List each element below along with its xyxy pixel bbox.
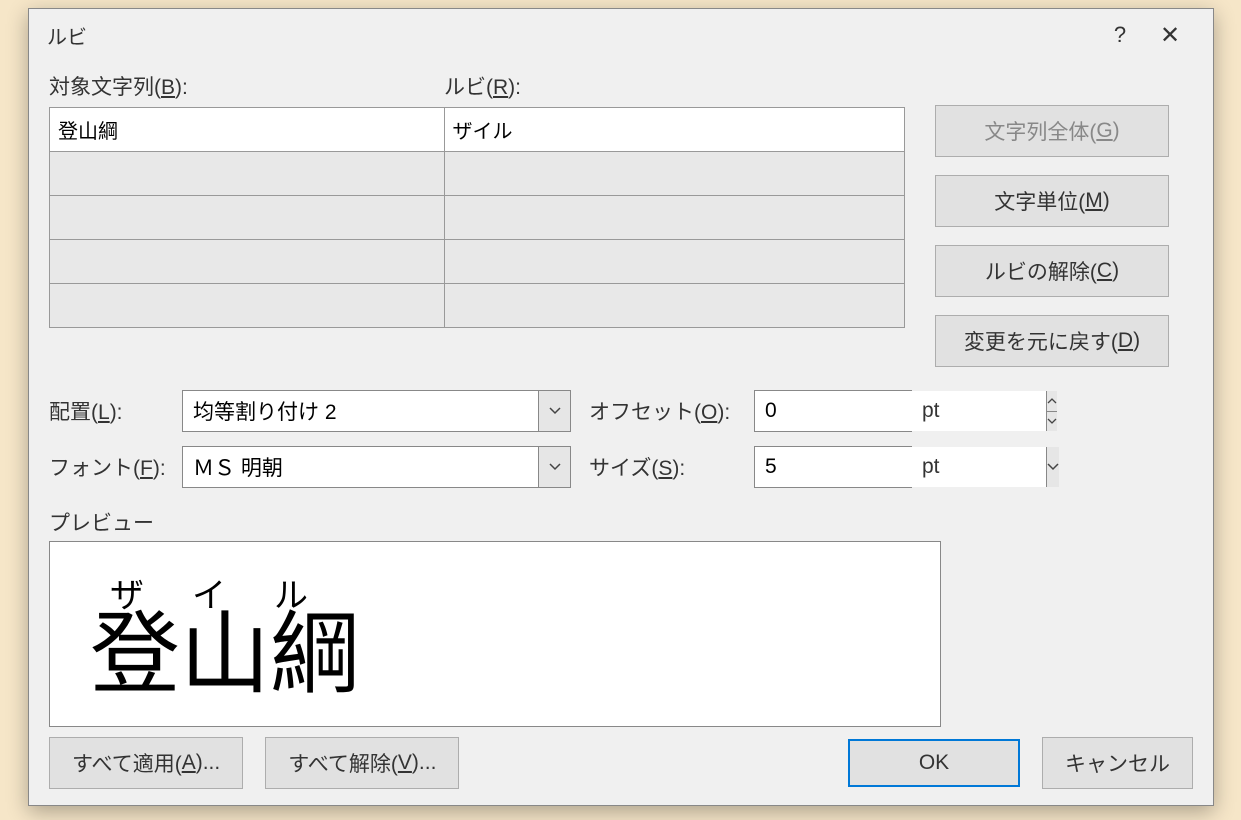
titlebar: ルビ ? ✕ [29, 9, 1213, 61]
table-row [50, 240, 905, 284]
target-input[interactable] [50, 240, 444, 283]
preview-label: プレビュー [49, 507, 1193, 537]
font-combobox[interactable]: ＭＳ 明朝 [182, 446, 571, 488]
format-options: 配置(L): 均等割り付け 2 オフセット(O): [49, 389, 1193, 489]
close-icon: ✕ [1160, 21, 1180, 50]
dialog-title: ルビ [47, 21, 1095, 50]
ruby-grid [49, 107, 905, 367]
table-row [50, 284, 905, 328]
column-headers: 対象文字列(B): ルビ(R): [49, 71, 1193, 101]
ruby-header: ルビ(R): [444, 71, 1193, 101]
ruby-input[interactable] [445, 240, 904, 283]
ruby-input[interactable] [445, 196, 904, 239]
cancel-button[interactable]: キャンセル [1042, 737, 1193, 789]
layout-label: 配置(L): [49, 396, 182, 426]
remove-all-button[interactable]: すべて解除(V)... [265, 737, 459, 789]
table-row [50, 108, 905, 152]
close-button[interactable]: ✕ [1145, 10, 1195, 60]
undo-changes-button[interactable]: 変更を元に戻す(D) [935, 315, 1169, 367]
clear-ruby-button[interactable]: ルビの解除(C) [935, 245, 1169, 297]
table-row [50, 152, 905, 196]
preview-main-text: 登山綱 [90, 611, 900, 701]
dialog-content: 対象文字列(B): ルビ(R): [29, 61, 1213, 805]
help-icon: ? [1114, 22, 1126, 48]
layout-combobox[interactable]: 均等割り付け 2 [182, 390, 571, 432]
size-combobox[interactable] [754, 446, 912, 488]
target-header: 対象文字列(B): [49, 71, 444, 101]
bottom-bar: すべて適用(A)... すべて解除(V)... OK キャンセル [49, 737, 1193, 789]
chevron-down-icon[interactable] [538, 447, 570, 487]
font-label: フォント(F): [49, 452, 182, 482]
size-label: サイズ(S): [589, 452, 754, 482]
ok-button[interactable]: OK [848, 739, 1020, 787]
per-character-button[interactable]: 文字単位(M) [935, 175, 1169, 227]
spinner-down-icon[interactable] [1047, 411, 1057, 432]
offset-label: オフセット(O): [589, 396, 754, 426]
ruby-input[interactable] [445, 152, 904, 195]
chevron-down-icon[interactable] [1047, 447, 1059, 487]
target-input[interactable] [50, 152, 444, 195]
ruby-dialog: ルビ ? ✕ 対象文字列(B): ルビ(R): [28, 8, 1214, 806]
help-button[interactable]: ? [1095, 10, 1145, 60]
ruby-input[interactable] [445, 108, 904, 151]
side-buttons: 文字列全体(G) 文字単位(M) ルビの解除(C) 変更を元に戻す(D) [935, 105, 1169, 367]
chevron-down-icon[interactable] [538, 391, 570, 431]
layout-value: 均等割り付け 2 [183, 391, 538, 431]
target-input[interactable] [50, 284, 444, 327]
offset-unit: pt [922, 399, 940, 423]
table-row [50, 196, 905, 240]
preview-area: ザイル 登山綱 [49, 541, 941, 727]
font-value: ＭＳ 明朝 [183, 447, 538, 487]
target-input[interactable] [50, 196, 444, 239]
size-input[interactable] [755, 447, 1046, 487]
offset-spinner[interactable] [754, 390, 912, 432]
target-input[interactable] [50, 108, 444, 151]
spinner-up-icon[interactable] [1047, 391, 1057, 411]
ruby-input[interactable] [445, 284, 904, 327]
apply-all-button[interactable]: すべて適用(A)... [49, 737, 243, 789]
whole-string-button[interactable]: 文字列全体(G) [935, 105, 1169, 157]
size-unit: pt [922, 455, 940, 479]
offset-input[interactable] [755, 391, 1046, 431]
